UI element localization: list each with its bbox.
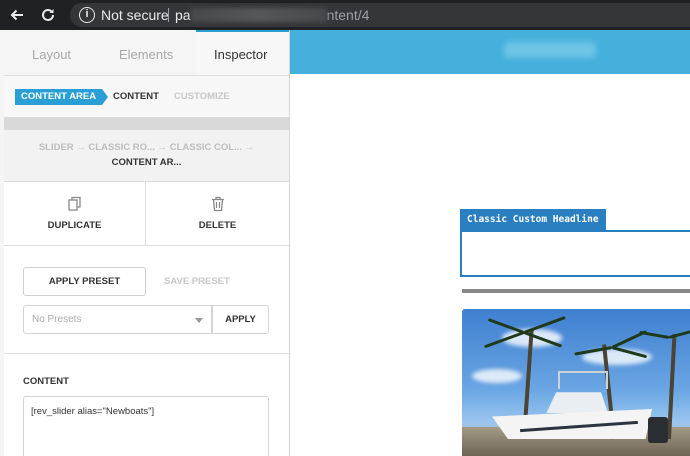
palm-frond — [487, 318, 525, 334]
url-suffix: ntent/4 — [326, 7, 370, 23]
arrow-left-icon[interactable] — [8, 6, 26, 24]
element-path-line[interactable]: SLIDER → CLASSIC RO... → CLASSIC COL... … — [4, 142, 289, 153]
palm-frond — [639, 330, 670, 339]
divider-strip — [4, 117, 289, 130]
address-bar[interactable]: i Not secure pa ntent/4 — [70, 3, 690, 27]
chevron-down-icon — [195, 318, 203, 323]
breadcrumb-content[interactable]: CONTENT — [113, 91, 159, 102]
page-preview: Classic Custom Headline — [290, 30, 690, 456]
redacted-url-segment — [190, 8, 327, 22]
element-actions: DUPLICATE DELETE — [4, 182, 289, 246]
photo-cloud — [472, 369, 522, 383]
reload-icon[interactable] — [39, 6, 57, 24]
info-icon[interactable]: i — [79, 7, 95, 23]
preset-select[interactable]: No Presets — [23, 305, 212, 334]
content-title: CONTENT — [23, 376, 69, 387]
redacted-header-logo — [504, 42, 596, 58]
tab-inspector[interactable]: Inspector — [214, 47, 267, 62]
preset-section: APPLY PRESET SAVE PRESET No Presets APPL… — [4, 246, 289, 354]
content-divider — [462, 289, 690, 293]
boat-engine — [648, 417, 668, 443]
preset-select-value: No Presets — [32, 314, 82, 325]
content-section: CONTENT [rev_slider alias="Newboats"] — [4, 354, 289, 456]
browser-toolbar: i Not secure pa ntent/4 — [0, 0, 690, 30]
headline-element-box[interactable] — [460, 230, 690, 277]
url-text[interactable]: pa ntent/4 — [175, 7, 369, 23]
tab-layout[interactable]: Layout — [32, 47, 71, 62]
editor-sidebar: Layout Elements Inspector CONTENT AREA C… — [0, 30, 290, 456]
duplicate-button[interactable]: DUPLICATE — [4, 182, 146, 246]
apply-button[interactable]: APPLY — [212, 305, 269, 334]
header-band — [290, 30, 690, 74]
breadcrumb-content-area[interactable]: CONTENT AREA — [15, 89, 109, 105]
breadcrumb-customize[interactable]: CUSTOMIZE — [174, 91, 230, 102]
headline-element-tab[interactable]: Classic Custom Headline — [460, 209, 606, 230]
security-label: Not secure — [101, 7, 169, 23]
boat-tower — [558, 371, 608, 389]
tab-elements[interactable]: Elements — [119, 47, 173, 62]
sidebar-tabs: Layout Elements Inspector — [4, 30, 289, 75]
delete-label: DELETE — [198, 220, 237, 231]
save-preset-button[interactable]: SAVE PRESET — [164, 276, 230, 287]
duplicate-icon — [4, 196, 145, 216]
url-prefix: pa — [175, 7, 191, 23]
boat-photo[interactable] — [462, 309, 690, 456]
inspector-breadcrumb: CONTENT AREA CONTENT CUSTOMIZE — [4, 75, 289, 117]
content-textarea[interactable]: [rev_slider alias="Newboats"] — [23, 396, 269, 456]
palm-trunk — [667, 334, 677, 440]
trash-icon — [146, 196, 289, 216]
delete-button[interactable]: DELETE — [146, 182, 289, 246]
boat-cabin — [546, 392, 608, 413]
url-separator — [168, 8, 169, 22]
duplicate-label: DUPLICATE — [47, 220, 102, 231]
element-path-current: CONTENT AR... — [111, 157, 182, 168]
element-path: SLIDER → CLASSIC RO... → CLASSIC COL... … — [4, 130, 289, 182]
apply-preset-button[interactable]: APPLY PRESET — [23, 267, 146, 296]
